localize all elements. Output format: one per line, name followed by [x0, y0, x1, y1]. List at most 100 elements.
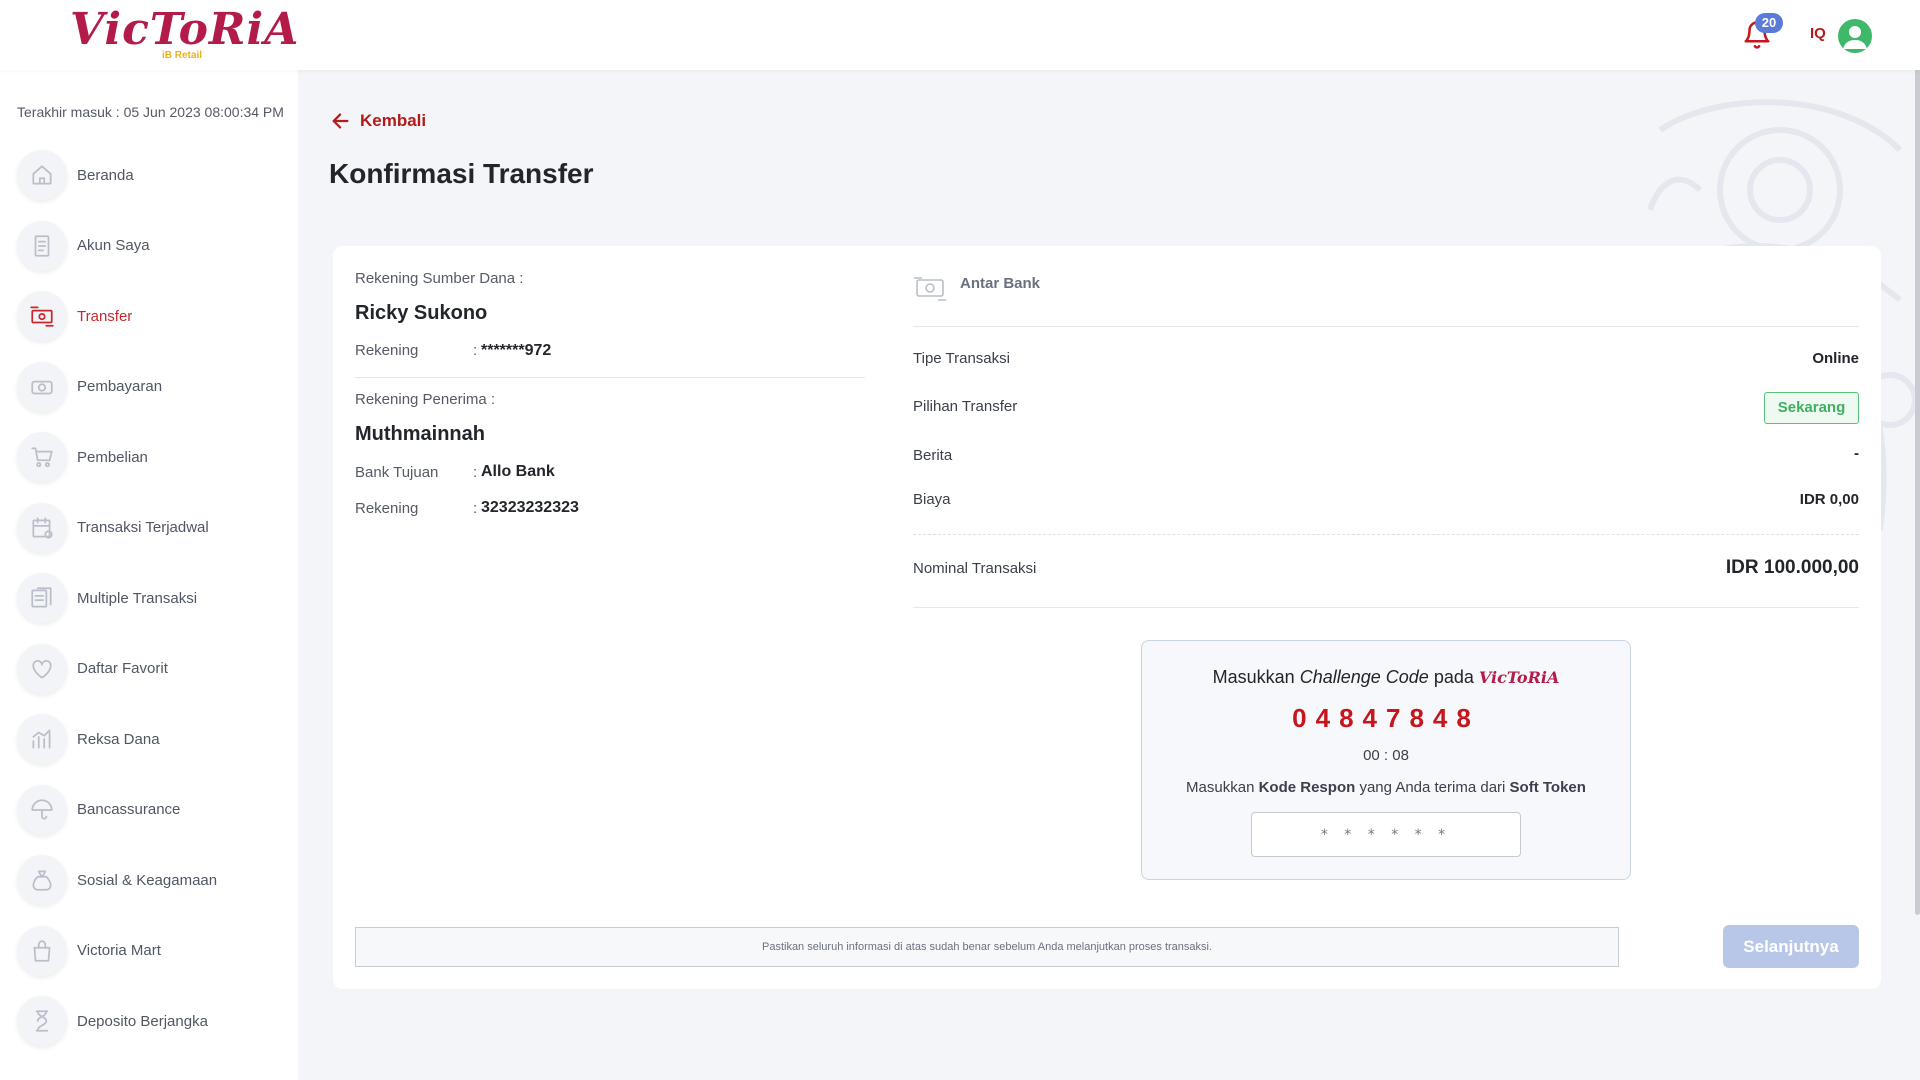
- sidebar-item-daftar-favorit[interactable]: Daftar Favorit: [0, 634, 298, 705]
- sidebar-item-label: Bancassurance: [77, 801, 181, 819]
- response-instruction: Masukkan Kode Respon yang Anda terima da…: [1142, 779, 1630, 796]
- sidebar-item-beranda[interactable]: Beranda: [0, 140, 298, 211]
- donation-bag-icon: [17, 855, 67, 906]
- sidebar-item-label: Pembayaran: [77, 378, 163, 396]
- source-account-number: *******972: [481, 342, 552, 359]
- sidebar-item-reksa-dana[interactable]: Reksa Dana: [0, 704, 298, 775]
- sidebar-nav: Beranda Akun Saya Transfer Pembayaran Pembel…: [0, 140, 298, 1057]
- sidebar-item-victoria-mart[interactable]: Victoria Mart: [0, 916, 298, 987]
- account-icon: [17, 220, 67, 271]
- back-button[interactable]: Kembali: [330, 110, 426, 132]
- transfer-option-label: Pilihan Transfer: [913, 398, 1018, 415]
- avatar[interactable]: [1838, 19, 1872, 53]
- chart-icon: [17, 714, 67, 765]
- sidebar: Terakhir masuk : 05 Jun 2023 08:00:34 PM…: [0, 70, 298, 1080]
- money-transfer-icon: [914, 277, 946, 301]
- multiple-transaction-icon: [17, 573, 67, 624]
- transfer-icon: [17, 291, 67, 342]
- sidebar-item-label: Sosial & Keagamaan: [77, 871, 218, 889]
- nominal-label: Nominal Transaksi: [913, 560, 1037, 577]
- arrow-left-icon: [332, 113, 349, 129]
- last-login-text: Terakhir masuk : 05 Jun 2023 08:00:34 PM: [17, 104, 284, 120]
- recipient-name: Muthmainnah: [355, 423, 485, 445]
- heart-icon: [17, 643, 67, 694]
- sidebar-item-pembayaran[interactable]: Pembayaran: [0, 352, 298, 423]
- instr-middle: yang Anda terima dari: [1359, 779, 1506, 796]
- message-label: Berita: [913, 447, 953, 464]
- sidebar-item-label: Beranda: [77, 166, 134, 184]
- divider: [913, 607, 1859, 608]
- sidebar-item-akun-saya[interactable]: Akun Saya: [0, 211, 298, 282]
- challenge-title-em: Challenge Code: [1299, 667, 1429, 687]
- confirmation-card: Rekening Sumber Dana : Ricky Sukono Reke…: [333, 246, 1881, 989]
- nominal-value: IDR 100.000,00: [1725, 557, 1859, 578]
- recipient-account-label: Rekening Penerima :: [355, 391, 496, 408]
- back-label: Kembali: [360, 111, 427, 130]
- notification-badge: 20: [1755, 13, 1783, 33]
- sidebar-item-pembelian[interactable]: Pembelian: [0, 422, 298, 493]
- sidebar-item-label: Deposito Berjangka: [77, 1012, 208, 1030]
- challenge-title-prefix: Masukkan: [1212, 667, 1295, 687]
- challenge-title: Masukkan Challenge Code pada VicToRiA: [1142, 667, 1630, 688]
- sidebar-item-label: Multiple Transaksi: [77, 589, 198, 607]
- logo-subtitle: iB Retail: [162, 50, 203, 61]
- source-name: Ricky Sukono: [355, 302, 488, 324]
- instr-bold-2: Soft Token: [1509, 779, 1586, 796]
- source-account-field-label: Rekening: [355, 342, 419, 359]
- scrollbar[interactable]: [1915, 0, 1920, 915]
- transaction-type-value: Online: [1812, 350, 1859, 367]
- umbrella-icon: [17, 784, 67, 835]
- confirmation-notice: Pastikan seluruh informasi di atas sudah…: [355, 927, 1619, 967]
- sidebar-item-label: Victoria Mart: [77, 942, 161, 960]
- sidebar-item-label: Pembelian: [77, 448, 148, 466]
- divider: [913, 326, 1859, 327]
- shopping-bag-icon: [17, 925, 67, 976]
- sidebar-item-transaksi-terjadwal[interactable]: Transaksi Terjadwal: [0, 493, 298, 564]
- sidebar-item-deposito-berjangka[interactable]: Deposito Berjangka: [0, 986, 298, 1057]
- source-account-label: Rekening Sumber Dana :: [355, 270, 524, 287]
- instr-bold-1: Kode Respon: [1258, 779, 1356, 796]
- challenge-code: 04847848: [1292, 703, 1480, 733]
- transaction-type-label: Tipe Transaksi: [913, 350, 1010, 367]
- sidebar-item-label: Akun Saya: [77, 237, 150, 255]
- recipient-account-number: 32323232323: [481, 499, 579, 516]
- divider: [355, 377, 865, 378]
- destination-bank-value: Allo Bank: [481, 463, 555, 480]
- hourglass-icon: [17, 996, 67, 1047]
- divider: [913, 534, 1859, 535]
- top-header: VicToRiA iB Retail 20 IQ: [0, 0, 1920, 70]
- logo-text: VicToRiA: [70, 4, 300, 55]
- sidebar-item-label: Transfer: [77, 307, 133, 325]
- status-badge: Sekarang: [1764, 392, 1859, 424]
- recipient-account-field-label: Rekening: [355, 500, 419, 517]
- payment-icon: [17, 361, 67, 412]
- colon: :: [473, 464, 478, 481]
- message-value: -: [1854, 445, 1859, 462]
- page-title: Konfirmasi Transfer: [329, 158, 594, 189]
- calendar-icon: [17, 502, 67, 553]
- cart-icon: [17, 432, 67, 483]
- response-code-input[interactable]: [1251, 812, 1521, 857]
- colon: :: [473, 500, 478, 517]
- home-icon: [17, 150, 67, 201]
- countdown-timer: 00 : 08: [1363, 747, 1409, 764]
- transfer-type-label: Antar Bank: [960, 275, 1041, 292]
- colon: :: [473, 342, 478, 359]
- instr-prefix: Masukkan: [1186, 779, 1255, 796]
- sidebar-item-transfer[interactable]: Transfer: [0, 281, 298, 352]
- challenge-code-box: Masukkan Challenge Code pada VicToRiA 04…: [1141, 640, 1631, 880]
- next-button[interactable]: Selanjutnya: [1723, 925, 1859, 968]
- fee-label: Biaya: [913, 491, 951, 508]
- sidebar-item-bancassurance[interactable]: Bancassurance: [0, 775, 298, 846]
- sidebar-item-label: Daftar Favorit: [77, 660, 168, 678]
- sidebar-item-multiple-transaksi[interactable]: Multiple Transaksi: [0, 563, 298, 634]
- user-initials[interactable]: IQ: [1810, 25, 1826, 42]
- fee-value: IDR 0,00: [1799, 491, 1859, 508]
- victoria-logo[interactable]: VicToRiA iB Retail: [70, 4, 300, 62]
- sidebar-item-label: Transaksi Terjadwal: [77, 519, 209, 537]
- destination-bank-label: Bank Tujuan: [355, 464, 439, 481]
- challenge-title-suffix: pada: [1433, 667, 1474, 687]
- victoria-brand-text: VicToRiA: [1478, 668, 1560, 687]
- sidebar-item-sosial-keagamaan[interactable]: Sosial & Keagamaan: [0, 845, 298, 916]
- sidebar-item-label: Reksa Dana: [77, 730, 160, 748]
